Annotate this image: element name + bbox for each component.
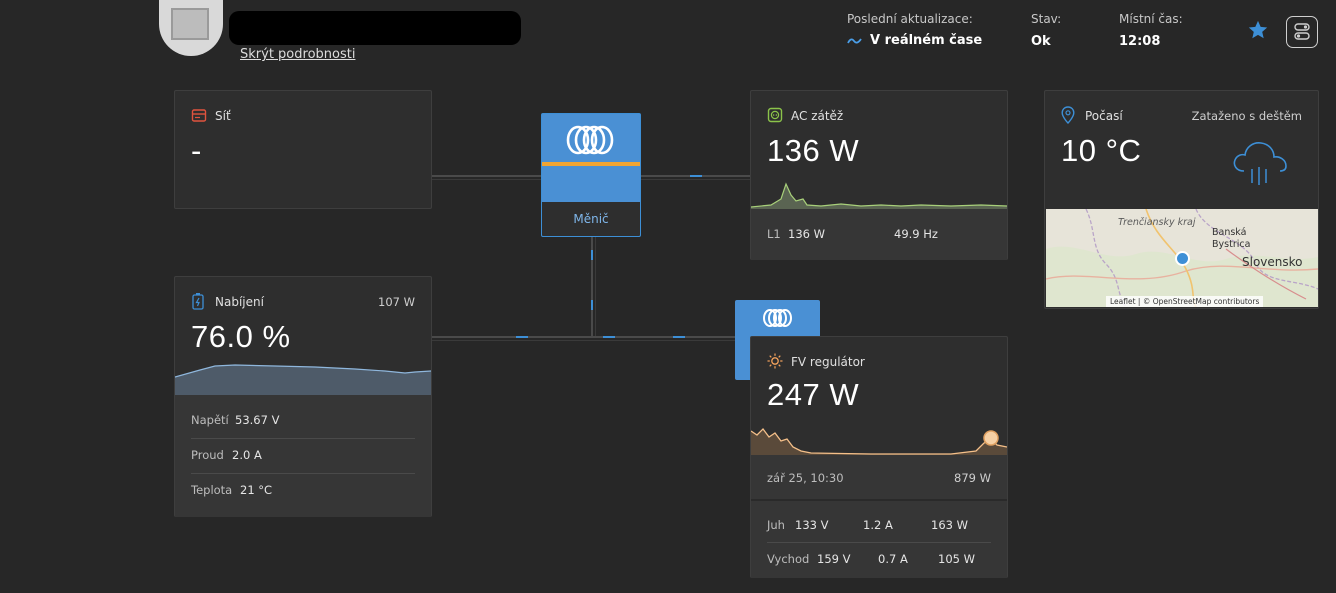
dc-flow-dot-4 bbox=[603, 336, 615, 338]
temperature-label: Teplota bbox=[191, 483, 233, 497]
pv-string-2-current: 0.7 A bbox=[878, 552, 908, 566]
pv-string-2-voltage: 159 V bbox=[817, 552, 851, 566]
location-pin-icon bbox=[1061, 106, 1075, 124]
location-marker[interactable] bbox=[1175, 251, 1190, 266]
temperature-value: 21 °C bbox=[240, 483, 273, 497]
ac-load-footer: L1 136 W 49.9 Hz bbox=[751, 209, 1007, 260]
map-city-label: Banská Bystrica bbox=[1212, 227, 1251, 250]
weather-title: Počasí bbox=[1085, 109, 1123, 123]
dc-bus-line bbox=[431, 336, 751, 338]
cloud-rain-icon bbox=[1233, 142, 1287, 185]
grid-inverter-line bbox=[431, 175, 541, 177]
battery-soc-sparkline bbox=[175, 364, 431, 395]
battery-card[interactable]: Nabíjení 107 W 76.0 % Napětí 53.67 V Pro… bbox=[174, 276, 432, 517]
map-attribution[interactable]: Leaflet | © OpenStreetMap contributors bbox=[1106, 296, 1264, 307]
battery-divider-1 bbox=[191, 438, 415, 439]
victron-logo-small-icon bbox=[763, 309, 792, 327]
weather-temperature: 10 °C bbox=[1061, 133, 1142, 168]
current-value: 2.0 A bbox=[232, 448, 262, 462]
grid-title: Síť bbox=[215, 109, 231, 123]
toggle-switch-icon bbox=[1294, 23, 1310, 40]
pv-string-1-name: Juh bbox=[767, 518, 785, 532]
pv-peak-time: zář 25, 10:30 bbox=[767, 471, 844, 485]
toggle-view-button[interactable] bbox=[1286, 16, 1318, 48]
load-flow-dot bbox=[690, 175, 702, 177]
pv-divider-header bbox=[751, 499, 1007, 501]
pv-power-sparkline bbox=[751, 428, 1007, 455]
inverter-load-line-2 bbox=[641, 179, 751, 180]
ac-socket-icon bbox=[767, 107, 783, 123]
battery-power: 107 W bbox=[378, 295, 415, 309]
dc-flow-dot-5 bbox=[673, 336, 685, 338]
dc-flow-dot-3 bbox=[516, 336, 528, 338]
voltage-label: Napětí bbox=[191, 413, 229, 427]
phase-frequency: 49.9 Hz bbox=[894, 227, 938, 241]
favorite-star-icon[interactable] bbox=[1247, 19, 1269, 41]
victron-logo-icon bbox=[566, 125, 614, 155]
voltage-value: 53.67 V bbox=[235, 413, 280, 427]
map-country-label: Slovensko bbox=[1242, 255, 1303, 269]
site-avatar bbox=[159, 0, 223, 56]
pv-footer: zář 25, 10:30 879 W Juh 133 V 1.2 A 163 … bbox=[751, 455, 1007, 578]
ac-load-card[interactable]: AC zátěž 136 W L1 136 W 49.9 Hz bbox=[750, 90, 1008, 260]
hide-details-link[interactable]: Skrýt podrobnosti bbox=[240, 47, 355, 62]
pv-value: 247 W bbox=[767, 377, 860, 412]
battery-divider-2 bbox=[191, 473, 415, 474]
ac-load-title: AC zátěž bbox=[791, 109, 844, 123]
sun-icon bbox=[767, 353, 783, 369]
pv-peak-value: 879 W bbox=[954, 471, 991, 485]
pv-charger-card[interactable]: FV regulátor 247 W zář 25, 10:30 879 W J… bbox=[750, 336, 1008, 578]
inverter-label: Měnič bbox=[573, 212, 609, 226]
grid-value: - bbox=[191, 133, 202, 168]
grid-inverter-line-2 bbox=[431, 179, 541, 180]
pv-title: FV regulátor bbox=[791, 355, 865, 369]
location-map[interactable]: Trenčiansky kraj Banská Bystrica Slovens… bbox=[1046, 209, 1318, 307]
dc-flow-dot-1 bbox=[591, 250, 593, 260]
map-region-label: Trenčiansky kraj bbox=[1118, 217, 1196, 228]
inverter-stripe bbox=[542, 162, 640, 166]
pv-string-2-power: 105 W bbox=[938, 552, 975, 566]
dc-flow-dot-2 bbox=[591, 300, 593, 310]
last-update-label: Poslední aktualizace: bbox=[847, 12, 973, 26]
ac-load-value: 136 W bbox=[767, 133, 860, 168]
status-value: Ok bbox=[1031, 34, 1051, 49]
realtime-wave-icon bbox=[847, 37, 862, 43]
pv-string-2-name: Vychod bbox=[767, 552, 810, 566]
phase-label: L1 bbox=[767, 227, 781, 241]
battery-charging-icon bbox=[192, 293, 204, 310]
pv-divider-strings bbox=[767, 542, 991, 543]
current-label: Proud bbox=[191, 448, 224, 462]
pv-string-1-current: 1.2 A bbox=[863, 518, 893, 532]
inverter-header bbox=[542, 114, 640, 202]
inverter-node[interactable]: Měnič bbox=[541, 113, 641, 237]
weather-condition: Zataženo s deštěm bbox=[1191, 109, 1302, 123]
dc-bus-line-2 bbox=[431, 340, 751, 341]
battery-soc: 76.0 % bbox=[191, 319, 291, 354]
battery-footer: Napětí 53.67 V Proud 2.0 A Teplota 21 °C bbox=[175, 395, 431, 517]
status-label: Stav: bbox=[1031, 12, 1062, 26]
grid-icon bbox=[191, 109, 207, 122]
last-update-value: V reálném čase bbox=[847, 33, 982, 48]
phase-power: 136 W bbox=[788, 227, 825, 241]
battery-title: Nabíjení bbox=[215, 295, 264, 309]
local-time-value: 12:08 bbox=[1119, 34, 1161, 49]
ac-load-sparkline bbox=[751, 182, 1007, 209]
local-time-label: Místní čas: bbox=[1119, 12, 1183, 26]
grid-card[interactable]: Síť - bbox=[174, 90, 432, 209]
pv-string-1-voltage: 133 V bbox=[795, 518, 829, 532]
pv-string-1-power: 163 W bbox=[931, 518, 968, 532]
redacted-site-name bbox=[229, 11, 521, 45]
inverter-dc-line-2 bbox=[595, 237, 596, 337]
